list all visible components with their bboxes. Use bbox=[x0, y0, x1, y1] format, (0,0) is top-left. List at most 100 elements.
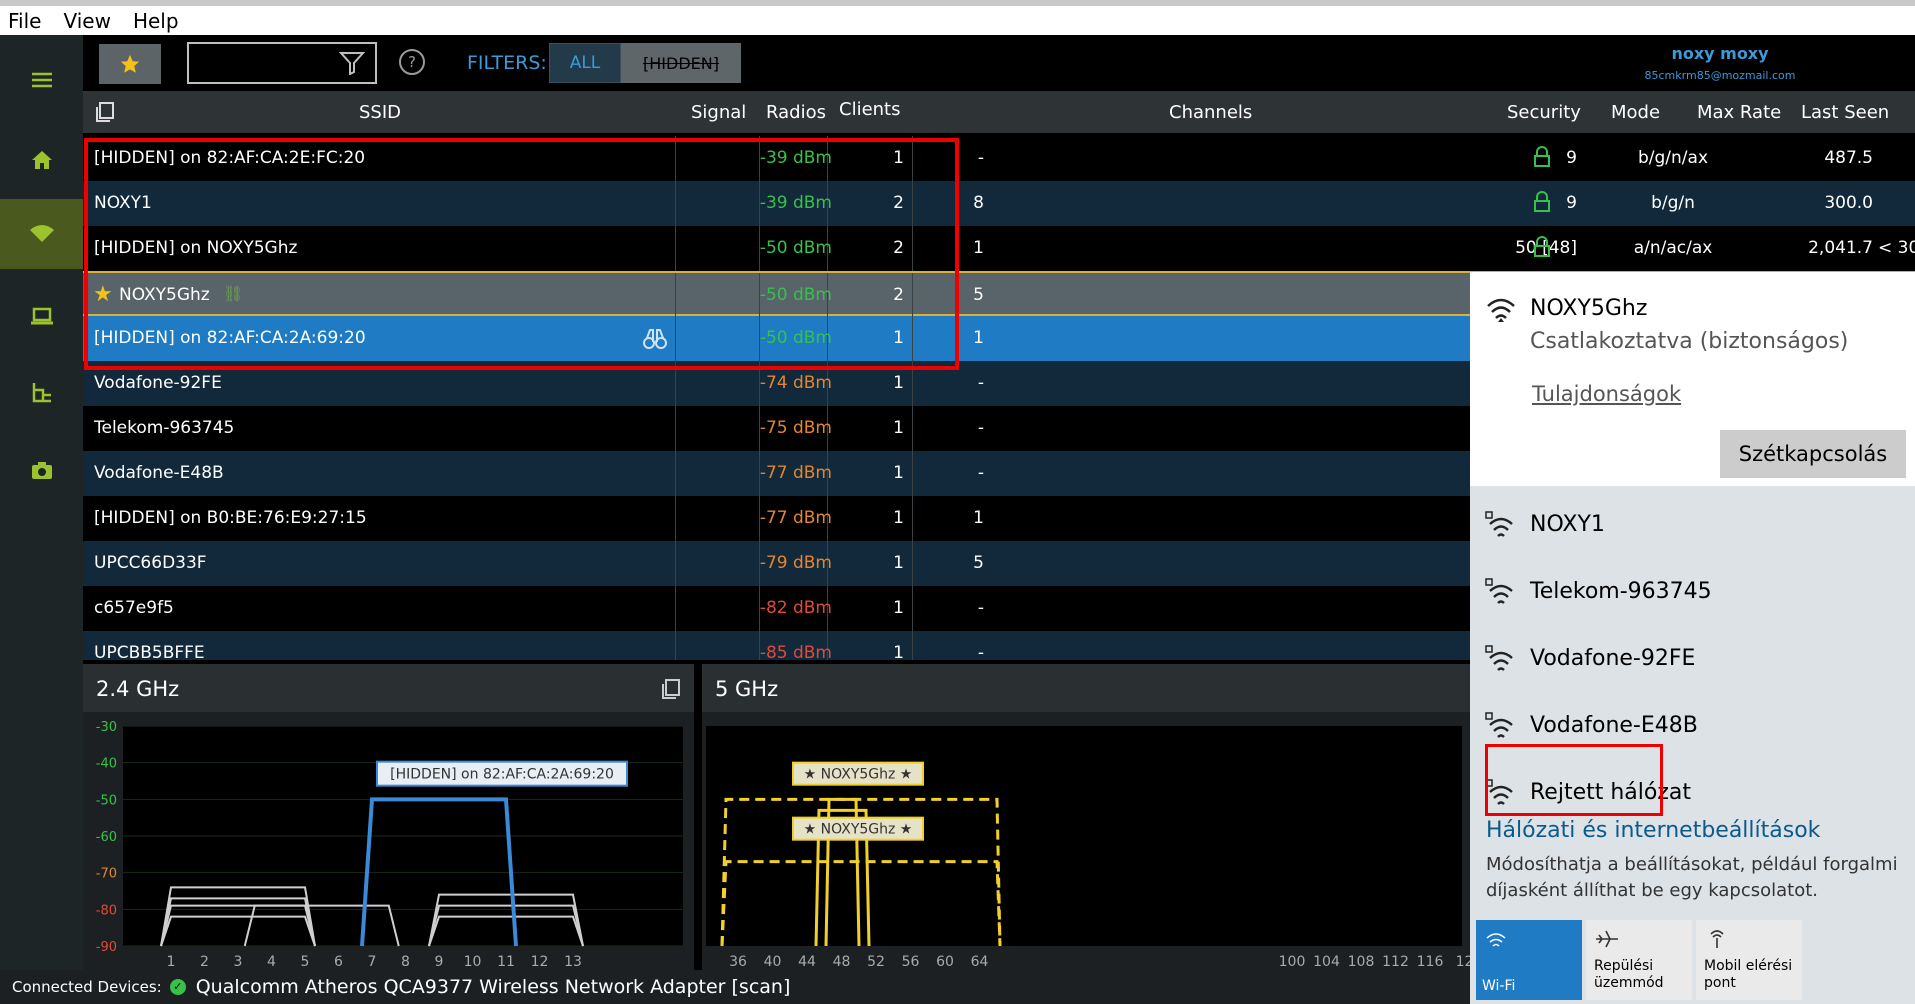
qa-label: Mobil elérési pont bbox=[1704, 958, 1793, 991]
table-row[interactable]: [HIDDEN] on 82:AF:CA:2E:FC:20 -39 dBm 1-9 b… bbox=[83, 136, 1915, 181]
ssid-cell: Telekom-963745 bbox=[94, 418, 235, 438]
ssid-cell: c657e9f5 bbox=[94, 598, 174, 618]
network-label: ★ NOXY5Ghz ★ bbox=[804, 767, 913, 783]
properties-link[interactable]: Tulajdonságok bbox=[1532, 382, 1681, 406]
panel-title: 2.4 GHz bbox=[96, 677, 180, 701]
panel-header: 5 GHz bbox=[702, 664, 1472, 712]
network-list-item[interactable]: NOXY1 bbox=[1470, 494, 1915, 560]
floor-plan-icon[interactable] bbox=[0, 357, 83, 427]
device-name[interactable]: Qualcomm Atheros QCA9377 Wireless Networ… bbox=[196, 976, 791, 998]
menu-file[interactable]: File bbox=[8, 9, 41, 33]
laptop-icon[interactable] bbox=[0, 281, 83, 351]
table-row[interactable]: NOXY1-39 dBm289b/g/n300.0now bbox=[83, 181, 1915, 226]
x-tick-label: 36 bbox=[729, 954, 747, 970]
network-name: Telekom-963745 bbox=[1530, 579, 1712, 604]
x-tick-label: 116 bbox=[1417, 954, 1444, 970]
filters-label: FILTERS: bbox=[467, 52, 547, 74]
col-channels[interactable]: Channels bbox=[1169, 102, 1252, 123]
favorites-button[interactable] bbox=[99, 44, 161, 84]
x-tick-label: 1 bbox=[167, 954, 176, 970]
ssid-cell: Vodafone-92FE bbox=[94, 373, 222, 393]
x-tick-label: 11 bbox=[497, 954, 515, 970]
column-divider bbox=[675, 406, 676, 451]
col-last-seen[interactable]: Last Seen bbox=[1801, 102, 1889, 123]
col-radios[interactable]: Radios bbox=[766, 102, 826, 123]
col-ssid[interactable]: SSID bbox=[359, 102, 401, 123]
last-seen-cell: now bbox=[1878, 148, 1915, 168]
secured-wifi-icon bbox=[1485, 578, 1513, 604]
x-tick-label: 7 bbox=[368, 954, 377, 970]
menu-bar: File View Help bbox=[0, 6, 1915, 35]
connection-status: Csatlakoztatva (biztonságos) bbox=[1530, 329, 1849, 354]
radios-cell: 1 bbox=[893, 598, 904, 618]
panel-header: 2.4 GHz bbox=[83, 664, 694, 712]
connected-network[interactable]: NOXY5Ghz Csatlakoztatva (biztonságos) Tu… bbox=[1470, 272, 1915, 486]
network-list-item[interactable]: Telekom-963745 bbox=[1470, 561, 1915, 627]
x-tick-label: 4 bbox=[267, 954, 276, 970]
secured-wifi-icon bbox=[1485, 645, 1513, 671]
y-tick-label: -70 bbox=[96, 867, 117, 882]
column-divider bbox=[675, 496, 676, 541]
ssid-cell: UPCC66D33F bbox=[94, 553, 207, 573]
table-header: SSID Signal Radios Clients Channels Secu… bbox=[83, 91, 1915, 133]
x-tick-label: 3 bbox=[234, 954, 243, 970]
clients-cell: - bbox=[977, 373, 984, 393]
user-name[interactable]: noxy moxy bbox=[1620, 44, 1820, 63]
lock-icon bbox=[1534, 191, 1550, 212]
x-tick-label: 40 bbox=[764, 954, 782, 970]
camera-icon[interactable] bbox=[0, 435, 83, 505]
sidebar bbox=[0, 35, 83, 970]
copy-icon[interactable] bbox=[94, 101, 116, 123]
network-list-item[interactable]: Vodafone-92FE bbox=[1470, 628, 1915, 694]
mode-cell: b/g/n/ax bbox=[1637, 148, 1709, 168]
x-tick-label: 6 bbox=[334, 954, 343, 970]
settings-description: Módosíthatja a beállításokat, például fo… bbox=[1486, 854, 1898, 901]
col-signal[interactable]: Signal bbox=[691, 102, 746, 123]
filter-hidden-button[interactable]: [HIDDEN] bbox=[621, 43, 741, 83]
radios-cell: 1 bbox=[893, 418, 904, 438]
filter-icon bbox=[339, 52, 365, 75]
disconnect-button[interactable]: Szétkapcsolás bbox=[1720, 430, 1906, 478]
clients-cell: - bbox=[977, 463, 984, 483]
max-rate-cell: 487.5 bbox=[1824, 148, 1873, 168]
x-tick-label: 44 bbox=[798, 954, 816, 970]
airplane-mode-toggle[interactable]: Repülési üzemmód bbox=[1586, 920, 1692, 1000]
menu-view[interactable]: View bbox=[63, 9, 110, 33]
ssid-cell: [HIDDEN] on NOXY5Ghz bbox=[94, 238, 298, 258]
max-rate-cell: 2,041.7 bbox=[1808, 238, 1873, 258]
wifi-toggle[interactable]: Wi-Fi bbox=[1476, 920, 1582, 1000]
radios-cell: 1 bbox=[893, 148, 904, 168]
network-settings-link[interactable]: Hálózati és internetbeállítások bbox=[1486, 818, 1820, 843]
hamburger-icon[interactable] bbox=[0, 45, 83, 115]
channels-cell: 9 bbox=[1566, 193, 1577, 213]
network-label: ★ NOXY5Ghz ★ bbox=[804, 822, 913, 838]
help-button[interactable]: ? bbox=[399, 49, 425, 75]
search-input[interactable] bbox=[187, 42, 377, 84]
connected-network-name: NOXY5Ghz bbox=[1530, 296, 1648, 321]
favorite-star-icon[interactable]: ★ bbox=[93, 282, 113, 307]
x-tick-label: 5 bbox=[301, 954, 310, 970]
menu-help[interactable]: Help bbox=[133, 9, 179, 33]
clients-cell: 8 bbox=[973, 193, 984, 213]
annotation-box bbox=[1485, 744, 1663, 816]
x-tick-label: 2 bbox=[200, 954, 209, 970]
binoculars-icon[interactable] bbox=[643, 328, 667, 350]
filter-all-button[interactable]: ALL bbox=[549, 43, 621, 83]
wifi-icon[interactable] bbox=[0, 199, 83, 269]
clients-cell: - bbox=[977, 643, 984, 660]
home-icon[interactable] bbox=[0, 125, 83, 195]
ssid-cell: NOXY1 bbox=[94, 193, 152, 213]
col-mode[interactable]: Mode bbox=[1611, 102, 1660, 123]
table-row[interactable]: [HIDDEN] on NOXY5Ghz -50 dBm 2 1 50 [48] a/n/… bbox=[83, 226, 1915, 271]
column-divider bbox=[675, 226, 676, 271]
col-clients[interactable]: Clients bbox=[839, 99, 901, 120]
col-max-rate[interactable]: Max Rate bbox=[1697, 102, 1781, 123]
channels-cell: 9 bbox=[1566, 148, 1577, 168]
col-security[interactable]: Security bbox=[1507, 102, 1581, 123]
copy-icon[interactable] bbox=[660, 678, 682, 700]
check-icon: ✓ bbox=[169, 979, 186, 995]
last-seen-cell: now bbox=[1878, 193, 1915, 213]
mobile-hotspot-toggle[interactable]: Mobil elérési pont bbox=[1696, 920, 1802, 1000]
star-icon bbox=[120, 54, 140, 73]
secured-wifi-icon bbox=[1485, 511, 1513, 537]
